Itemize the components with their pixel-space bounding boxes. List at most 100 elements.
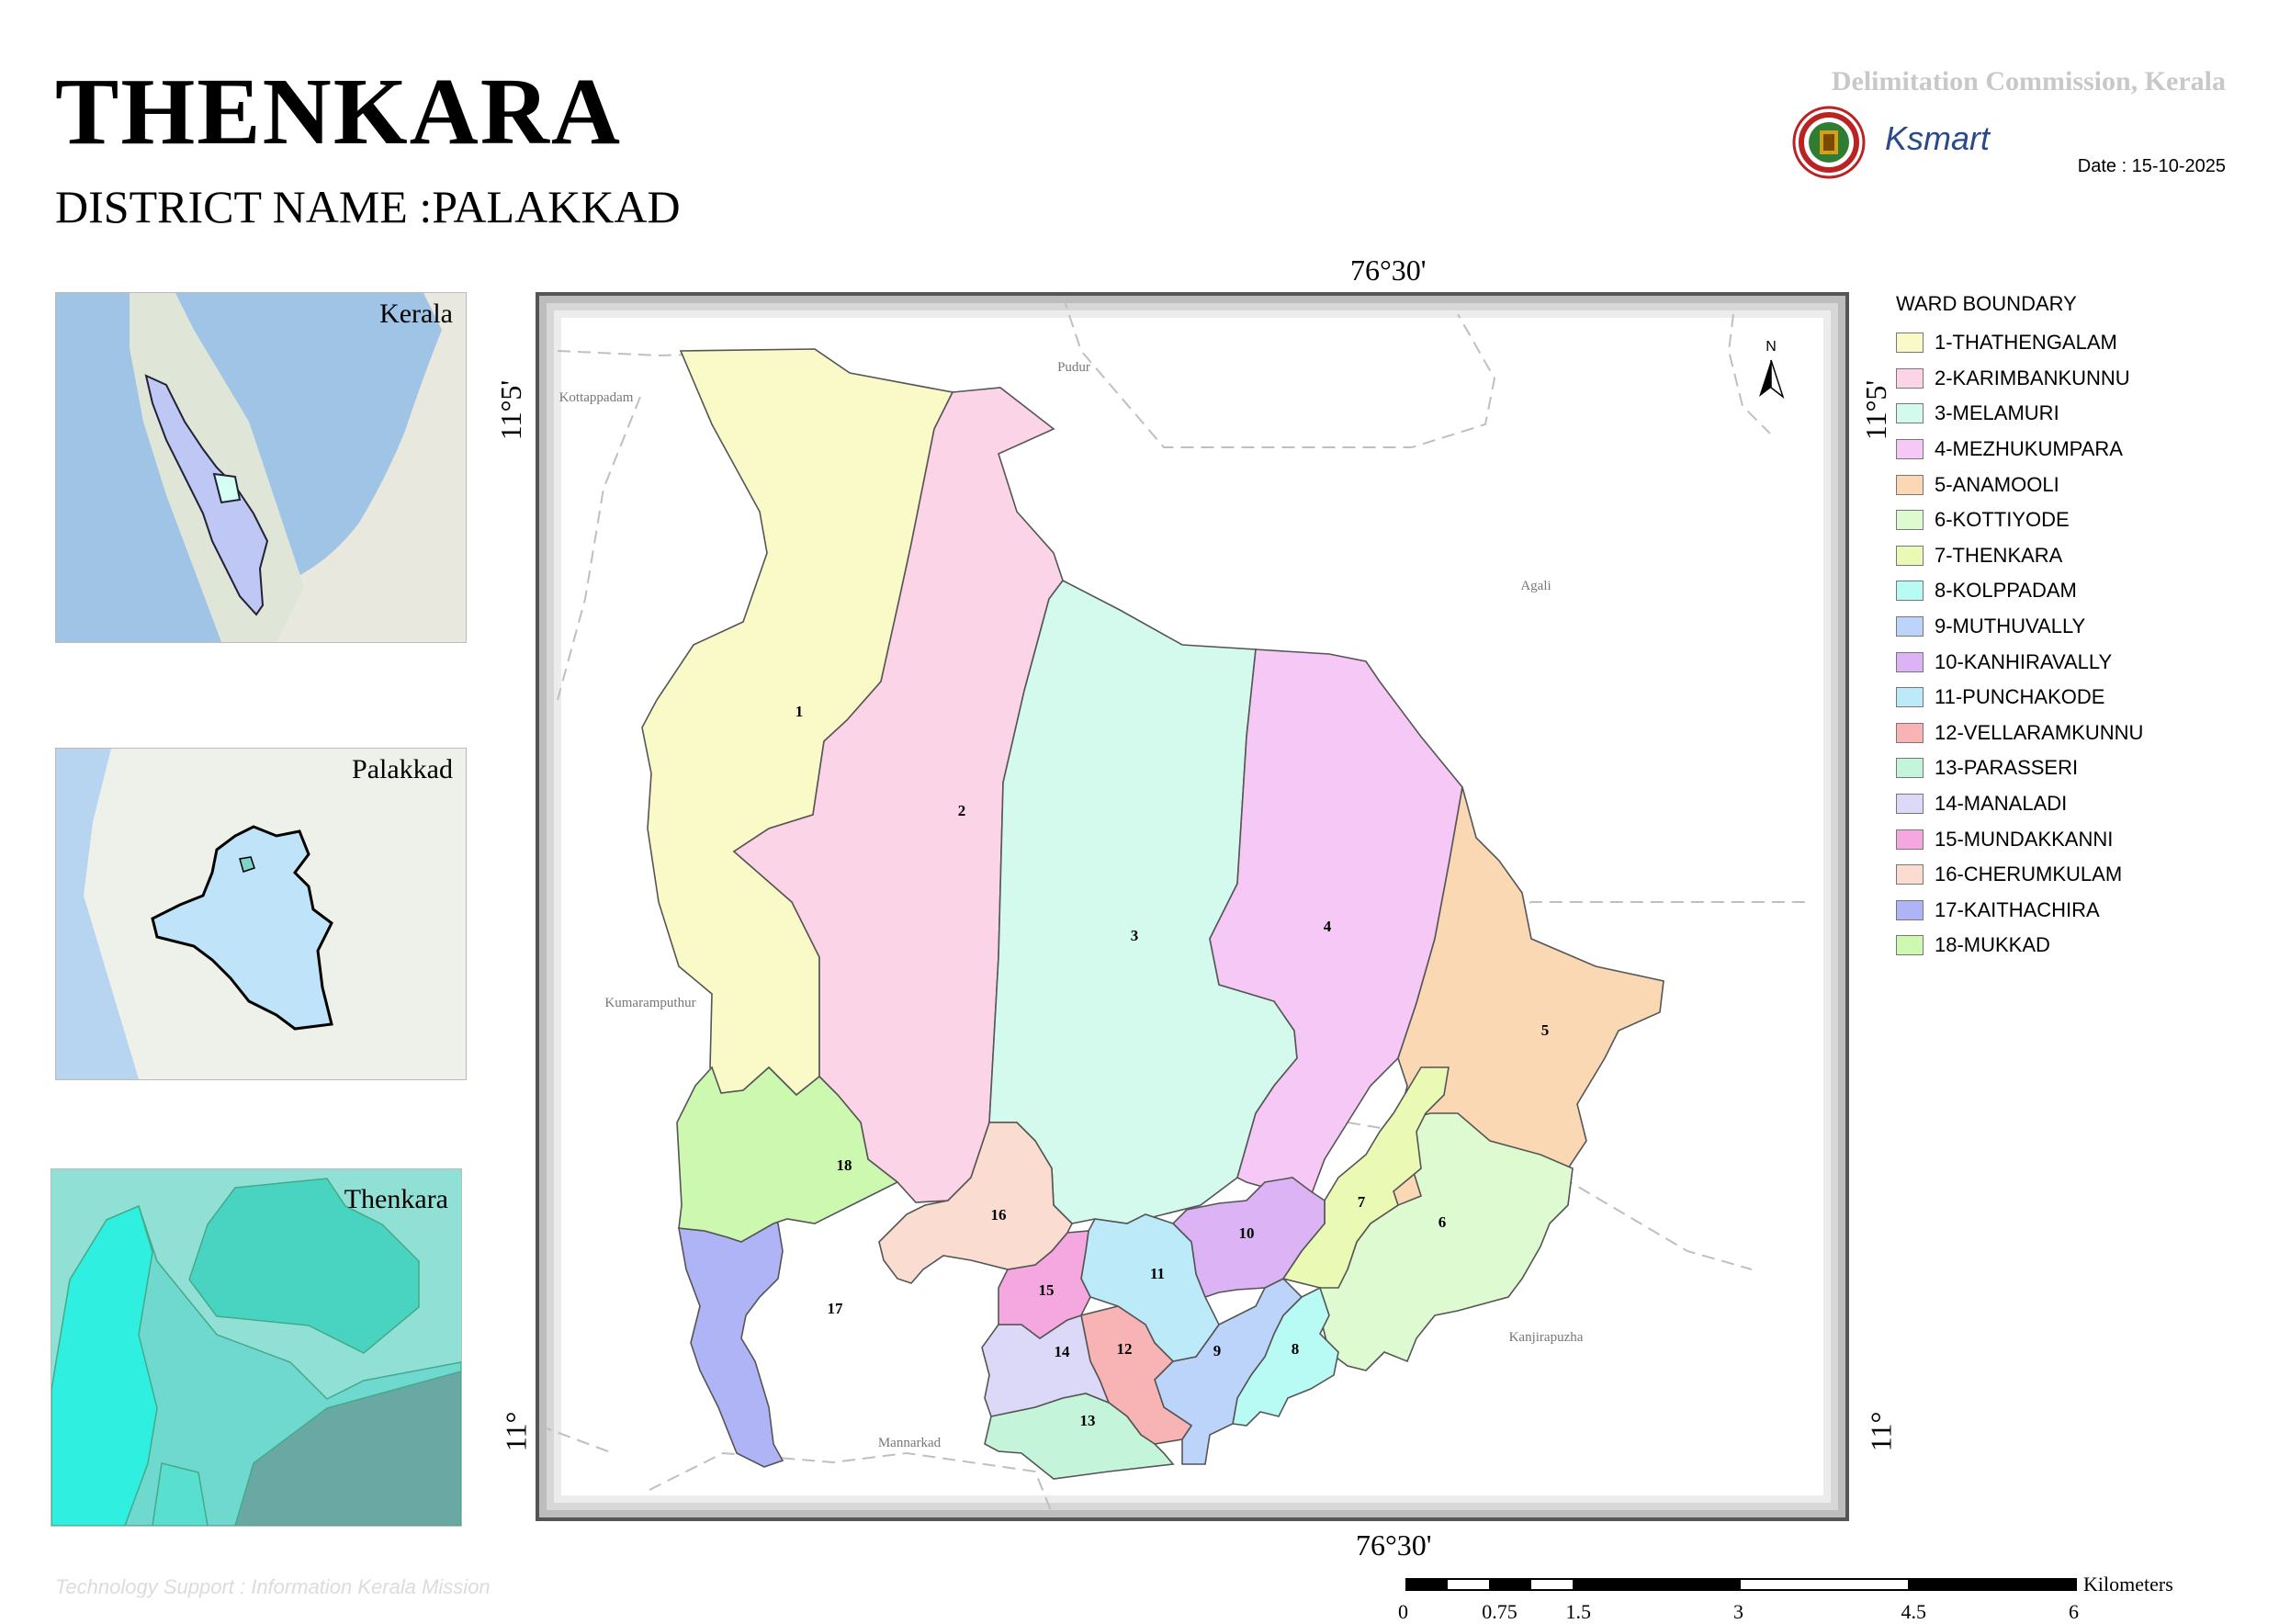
commission-name: Delimitation Commission, Kerala [1831, 66, 2226, 96]
legend-swatch [1896, 474, 1924, 495]
legend-item: 7-THENKARA [1896, 538, 2143, 574]
ward-number-13: 13 [1080, 1412, 1096, 1429]
scale-tick-label: 1.5 [1565, 1600, 1592, 1623]
legend-item: 12-VELLARAMKUNNU [1896, 716, 2143, 751]
legend-swatch [1896, 403, 1924, 424]
place-kottappadam: Kottappadam [559, 390, 634, 405]
ward-number-15: 15 [1039, 1281, 1055, 1299]
palakkad-inset-label: Palakkad [352, 754, 453, 784]
legend-label: 11-PUNCHAKODE [1935, 685, 2105, 709]
ward-number-11: 11 [1150, 1265, 1165, 1282]
scale-bar: Kilometers 0 0.75 1.5 3 4.5 6 [1398, 1573, 2173, 1623]
legend-label: 17-KAITHACHIRA [1935, 897, 2100, 921]
ward-number-1: 1 [795, 703, 804, 720]
legend-swatch [1896, 439, 1924, 460]
main-map-frame: 1 2 3 4 5 6 7 8 9 10 11 12 13 14 15 16 1… [536, 292, 1849, 1521]
legend-label: 8-KOLPPADAM [1935, 579, 2077, 603]
state-election-commission-seal-icon [1792, 106, 1866, 179]
ward-number-8: 8 [1292, 1340, 1300, 1358]
legend-item: 5-ANAMOOLI [1896, 467, 2143, 502]
legend-item: 10-KANHIRAVALLY [1896, 644, 2143, 680]
scale-tick-label: 6 [2069, 1600, 2079, 1623]
kerala-inset-label: Kerala [379, 299, 453, 329]
map-title: THENKARA [55, 59, 622, 164]
legend-swatch [1896, 367, 1924, 389]
legend-label: 2-KARIMBANKUNNU [1935, 366, 2130, 389]
ward-number-4: 4 [1324, 918, 1332, 935]
legend-label: 18-MUKKAD [1935, 933, 2050, 957]
legend-label: 7-THENKARA [1935, 543, 2063, 567]
ward-number-10: 10 [1239, 1224, 1255, 1242]
ward-number-2: 2 [958, 802, 966, 819]
legend-swatch [1896, 333, 1924, 354]
legend-label: 14-MANALADI [1935, 792, 2068, 816]
kerala-inset-graphic [130, 293, 466, 642]
place-kumaramputhur: Kumaramputhur [604, 996, 695, 1010]
legend-label: 6-KOTTIYODE [1935, 508, 2070, 532]
ward-number-12: 12 [1117, 1340, 1133, 1358]
latitude-label-right-top: 11°5' [1859, 379, 1893, 441]
place-pudur: Pudur [1057, 360, 1090, 375]
legend-item: 15-MUNDAKKANNI [1896, 821, 2143, 857]
legend-label: 15-MUNDAKKANNI [1935, 827, 2114, 851]
ward-number-14: 14 [1055, 1343, 1071, 1360]
legend-swatch [1896, 899, 1924, 920]
legend-item: 13-PARASSERI [1896, 750, 2143, 786]
technology-support-credit: Technology Support : Information Kerala … [55, 1575, 491, 1598]
legend-label: 10-KANHIRAVALLY [1935, 649, 2113, 673]
legend-swatch [1896, 545, 1924, 566]
longitude-label-top: 76°30' [1350, 254, 1427, 287]
thenkara-inset-graphic [51, 1169, 461, 1526]
legend-item: 17-KAITHACHIRA [1896, 893, 2143, 929]
map-date: Date : 15-10-2025 [2077, 156, 2226, 176]
legend-swatch [1896, 864, 1924, 885]
place-agali: Agali [1520, 579, 1551, 593]
scale-tick-label: 4.5 [1901, 1600, 1927, 1623]
legend-swatch [1896, 581, 1924, 602]
ksmart-logo-text: Ksmart [1885, 119, 1991, 157]
legend-item: 3-MELAMURI [1896, 396, 2143, 432]
legend-item: 18-MUKKAD [1896, 928, 2143, 964]
ward-number-7: 7 [1358, 1193, 1366, 1211]
thenkara-inset-map: Thenkara [51, 1168, 462, 1527]
legend-swatch [1896, 687, 1924, 708]
legend-item: 8-KOLPPADAM [1896, 573, 2143, 609]
legend-item: 4-MEZHUKUMPARA [1896, 432, 2143, 468]
legend-item: 1-THATHENGALAM [1896, 325, 2143, 361]
legend-label: 13-PARASSERI [1935, 756, 2079, 780]
legend-title: WARD BOUNDARY [1896, 292, 2077, 315]
north-arrow-label: N [1766, 339, 1777, 355]
ksmart-logo: Ksmart [1885, 119, 1990, 158]
legend-swatch [1896, 510, 1924, 531]
place-mannarkad: Mannarkad [878, 1436, 942, 1450]
district-name: DISTRICT NAME :PALAKKAD [55, 181, 681, 232]
palakkad-inset-graphic [56, 749, 333, 1079]
scale-unit: Kilometers [2083, 1573, 2173, 1596]
latitude-label-left-top: 11°5' [494, 379, 528, 441]
legend-item: 11-PUNCHAKODE [1896, 680, 2143, 716]
legend-swatch [1896, 722, 1924, 743]
palakkad-inset-map: Palakkad [55, 748, 467, 1080]
legend-label: 4-MEZHUKUMPARA [1935, 437, 2123, 461]
ward-number-16: 16 [991, 1206, 1007, 1224]
ward-number-17: 17 [828, 1300, 844, 1317]
legend-label: 16-CHERUMKULAM [1935, 863, 2123, 886]
place-kanjirapuzha: Kanjirapuzha [1509, 1330, 1584, 1345]
legend-label: 1-THATHENGALAM [1935, 331, 2117, 355]
ward-number-9: 9 [1213, 1342, 1222, 1359]
thenkara-inset-label: Thenkara [344, 1184, 448, 1214]
ward-number-6: 6 [1438, 1213, 1447, 1231]
legend-item: 9-MUTHUVALLY [1896, 609, 2143, 645]
latitude-label-right-bottom: 11° [1864, 1411, 1898, 1452]
legend-item: 14-MANALADI [1896, 786, 2143, 822]
scale-tick-label: 0.75 [1482, 1600, 1517, 1623]
legend-swatch [1896, 616, 1924, 637]
legend-label: 5-ANAMOOLI [1935, 472, 2059, 496]
legend-swatch [1896, 651, 1924, 672]
kerala-inset-map: Kerala [55, 292, 467, 643]
latitude-label-left-bottom: 11° [499, 1411, 533, 1452]
legend-item: 2-KARIMBANKUNNU [1896, 361, 2143, 397]
scale-tick-label: 3 [1733, 1600, 1743, 1623]
ward-number-18: 18 [837, 1156, 852, 1174]
ward-number-5: 5 [1541, 1021, 1550, 1039]
